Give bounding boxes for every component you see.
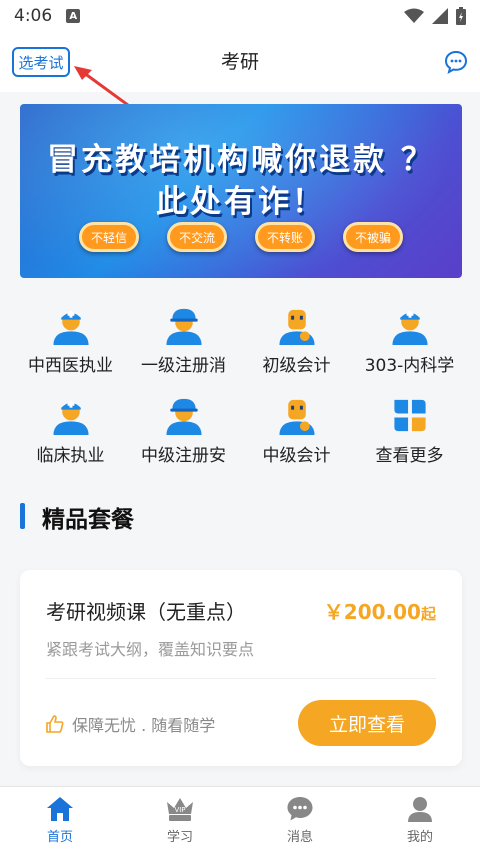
worker-icon: [165, 398, 202, 435]
category-item[interactable]: 初级会计: [240, 306, 353, 376]
accountant-icon: [278, 309, 315, 345]
package-price-suffix: 起: [420, 605, 436, 623]
category-label: 查看更多: [375, 446, 444, 466]
package-name: 考研视频课（无重点）: [46, 600, 246, 624]
notification-badge-icon: A: [66, 9, 81, 23]
bottom-nav: 首页 VIP 学习 消息 我的: [0, 786, 480, 853]
banner-tag: 不被骗: [343, 222, 403, 252]
status-time: 4:06: [14, 6, 53, 26]
nav-label: 首页: [46, 830, 73, 845]
category-item[interactable]: 一级注册消: [127, 306, 240, 376]
grid-icon: [393, 399, 426, 432]
category-item[interactable]: 中西医执业: [14, 306, 127, 376]
category-grid: 中西医执业 一级注册消 初级会计 303-内科学 临床执业 中级注册安 中级会计…: [14, 306, 466, 466]
category-label: 临床执业: [36, 446, 105, 466]
message-icon: [287, 797, 313, 821]
nav-label: 学习: [166, 830, 193, 845]
home-icon: [47, 797, 73, 821]
thumbs-up-icon: [46, 715, 64, 733]
view-now-button[interactable]: 立即查看: [298, 700, 436, 746]
guarantee-text: 保障无忧 . 随看随学: [72, 716, 216, 735]
banner-tag: 不交流: [167, 222, 227, 252]
section-title: 精品套餐: [42, 507, 134, 533]
category-item[interactable]: 临床执业: [14, 396, 127, 466]
package-price: ￥200.00起: [324, 596, 436, 625]
promo-banner[interactable]: 冒充教培机构喊你退款 ？ 此处有诈！ 不轻信 不交流 不转账 不被骗: [20, 104, 462, 278]
doctor-icon: [52, 400, 89, 435]
section-accent-bar: [20, 503, 25, 529]
category-label: 中级注册安: [141, 446, 226, 466]
category-item[interactable]: 中级注册安: [127, 396, 240, 466]
nav-study[interactable]: VIP 学习: [120, 787, 240, 853]
category-label: 初级会计: [262, 356, 331, 376]
vip-crown-icon: VIP: [167, 798, 193, 821]
signal-icon: [432, 8, 448, 24]
banner-subheadline: 此处有诈！: [156, 184, 326, 220]
card-divider: [46, 678, 436, 679]
package-price-value: ￥200.00: [323, 600, 421, 624]
category-item[interactable]: 中级会计: [240, 396, 353, 466]
select-exam-button[interactable]: 选考试: [12, 47, 70, 77]
category-label: 一级注册消: [141, 356, 226, 376]
doctor-icon: [391, 310, 428, 345]
nav-label: 我的: [406, 830, 433, 845]
chat-bubble-icon[interactable]: [444, 50, 468, 74]
category-item[interactable]: 查看更多: [353, 396, 466, 466]
nav-profile[interactable]: 我的: [360, 787, 480, 853]
worker-icon: [165, 308, 202, 345]
status-icons: [404, 7, 466, 25]
banner-tags: 不轻信 不交流 不转账 不被骗: [20, 222, 462, 252]
status-bar: 4:06 A: [0, 0, 480, 32]
banner-headline: 冒充教培机构喊你退款 ？: [47, 142, 435, 178]
category-item[interactable]: 303-内科学: [353, 306, 466, 376]
vip-badge: VIP: [174, 806, 185, 814]
battery-icon: [456, 7, 466, 25]
nav-messages[interactable]: 消息: [240, 787, 360, 853]
wifi-icon: [404, 8, 424, 23]
package-description: 紧跟考试大纲，覆盖知识要点: [46, 640, 255, 659]
nav-home[interactable]: 首页: [0, 787, 120, 853]
banner-tag: 不转账: [255, 222, 315, 252]
package-card[interactable]: 考研视频课（无重点） ￥200.00起 紧跟考试大纲，覆盖知识要点 保障无忧 .…: [20, 570, 462, 766]
category-label: 303-内科学: [364, 356, 455, 376]
category-label: 中西医执业: [28, 356, 113, 376]
accountant-icon: [278, 399, 315, 435]
doctor-icon: [52, 310, 89, 345]
nav-label: 消息: [286, 830, 313, 845]
package-guarantee: 保障无忧 . 随看随学: [46, 712, 215, 736]
profile-icon: [408, 797, 432, 822]
banner-tag: 不轻信: [79, 222, 139, 252]
category-label: 中级会计: [262, 446, 331, 466]
